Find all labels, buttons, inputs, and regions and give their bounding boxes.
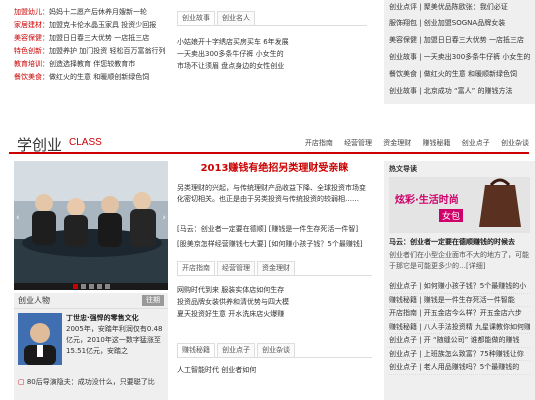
list-item[interactable]: 网购时代到来 服装实体店如何生存 (177, 284, 372, 296)
story-tabs: 创业故事 创业名人 (177, 10, 367, 26)
related-link[interactable]: [赚钱是一件生存死活一件智] (269, 225, 358, 233)
center-tabs-2: 赚钱秘籍 创业点子 创业杂谈 (177, 342, 372, 358)
article-intro: 另类理财的兴起，与传统理财产品收益下降、全球投资市场变化密切相关。也正是由于另类… (177, 184, 366, 203)
hot-banner[interactable]: 炫彩·生活时尚 女包 (389, 177, 530, 233)
top-left-list: 加盟幼儿：妈妈十二愿产后休养月嫂新一轮 家居建材：加盟克卡伦水晶玉家具 投资少回… (14, 6, 170, 106)
slider-dot[interactable] (104, 284, 110, 289)
list-item[interactable]: 赚钱秘籍 | 赚钱是一件生存死活一件智能 (389, 294, 530, 307)
top-right-list: 创业点评 | 聚美优品陈欧张：我们必证 服饰翔包 | 创业加盟SOGNA品牌女装… (384, 0, 535, 104)
nav-talk[interactable]: 创业杂谈 (501, 139, 529, 147)
slider-dot[interactable] (80, 284, 86, 289)
slider-next-icon[interactable]: › (162, 213, 166, 223)
nav-management[interactable]: 经营管理 (344, 139, 372, 147)
section-header: 学创业 CLASS 开店指南 经营管理 资金理财 赚钱秘籍 创业点子 创业杂谈 (9, 132, 529, 154)
list-item[interactable]: 创业故事 | 一天卖出300多条牛仔裤 小女生的 (389, 49, 530, 66)
person-name[interactable]: 丁世忠·强悍的零售文化 (66, 313, 164, 323)
list-item[interactable]: 服饰翔包 | 创业加盟SOGNA品牌女装 (389, 15, 530, 32)
hot-panel: 热文导读 炫彩·生活时尚 女包 马云：创业者一定要在德顺赚钱的时候去 创业者们在… (384, 161, 535, 400)
hot-caption[interactable]: 马云：创业者一定要在德顺赚钱的时候去 (389, 237, 530, 247)
story-panel: 创业故事 创业名人 小姑娘开十字绣店买房买车 6年发展 一天卖出300多条牛仔裤… (177, 10, 367, 80)
list-item[interactable]: 加盟幼儿：妈妈十二愿产后休养月嫂新一轮 (14, 6, 170, 19)
meeting-photo (14, 161, 168, 283)
list-item[interactable]: 夏天投资好生意 开水洗床店火爆赚 (177, 308, 372, 320)
slider-dots (14, 283, 168, 290)
hot-desc: 创业者们在小型企业面市不大的地方了，可能于那它是可能更多少的…[详细] (389, 251, 529, 270)
story-line[interactable]: 市场不让须眉 盘点身边的女性创业 (177, 60, 367, 72)
slider-prev-icon[interactable]: ‹ (16, 213, 20, 223)
list-item[interactable]: 餐饮美食 | 做红火的生意 和暖顺新绿色饲 (389, 66, 530, 83)
person-header-title: 创业人物 (18, 296, 50, 305)
list-item[interactable]: 创业故事 | 北京成功 “富人” 的赚钱方法 (389, 83, 530, 100)
bullet-icon: ▢ (18, 378, 27, 386)
banner-text: 炫彩·生活时尚 (395, 195, 459, 206)
center-tabs: 开店指南 经营管理 资金理财 (177, 260, 372, 276)
more-button[interactable]: 往期 (142, 295, 164, 306)
nav-secrets[interactable]: 赚钱秘籍 (423, 139, 451, 147)
main-article: 2013赚钱有绝招另类理财受亲睐 另类理财的兴起，与传统理财产品收益下降、全球投… (177, 161, 372, 400)
nav-ideas[interactable]: 创业点子 (462, 139, 490, 147)
banner-tag: 女包 (439, 209, 464, 222)
person-photo[interactable] (18, 313, 62, 365)
tab-finance[interactable]: 资金理财 (257, 261, 295, 275)
list-item[interactable]: 人工智能时代 创业者如何 (177, 364, 372, 376)
headline[interactable]: 2013赚钱有绝招另类理财受亲睐 (177, 161, 372, 177)
related-link[interactable]: [股美京怎样经营赚钱七大要] (177, 240, 266, 248)
nav-shop-guide[interactable]: 开店指南 (305, 139, 333, 147)
section-nav: 开店指南 经营管理 资金理财 赚钱秘籍 创业点子 创业杂谈 (296, 138, 529, 148)
list-item[interactable]: 餐饮美食：做红火的生意 和暖顺创新绿色饲 (14, 71, 170, 84)
list-item[interactable]: 美容保健 | 加盟日日春三大优势 一店抵三店 (389, 32, 530, 49)
tab-famous[interactable]: 创业名人 (217, 11, 255, 25)
slider-dot[interactable] (72, 284, 78, 289)
list-item[interactable]: 创业点子 | 上班族怎么致富？75种赚钱让你 (389, 348, 530, 361)
list-item[interactable]: 创业点子 | 如何赚小孩子钱？5个最赚钱的小 (389, 280, 530, 294)
center-list-2: 人工智能时代 创业者如何 (177, 364, 372, 376)
nav-finance[interactable]: 资金理财 (383, 139, 411, 147)
related-link[interactable]: [马云：创业者一定要在德顺] (177, 225, 266, 233)
section-title: 学创业 (17, 136, 63, 154)
person-panel: 创业人物 往期 丁世忠·强悍的零售文化 2005年，安踏年利润仅有0.48亿元，… (14, 293, 168, 400)
hot-list: 创业点子 | 如何赚小孩子钱？5个最赚钱的小 赚钱秘籍 | 赚钱是一件生存死活一… (389, 280, 530, 375)
list-item[interactable]: 创业点评 | 聚美优品陈欧张：我们必证 (389, 0, 530, 15)
list-item[interactable]: 创业点子 | 开 “随缝公司” 谁都能做的赚钱 (389, 334, 530, 348)
list-item[interactable]: 创业点子 | 老人用品赚钱吗？5个最赚钱的 (389, 361, 530, 375)
related-links: [马云：创业者一定要在德顺] [赚钱是一件生存死活一件智] [股美京怎样经营赚钱… (177, 222, 372, 252)
person-header: 创业人物 往期 (14, 293, 168, 309)
tab-ideas[interactable]: 创业点子 (217, 343, 255, 357)
section-subtitle: CLASS (69, 137, 102, 148)
slider-dot[interactable] (88, 284, 94, 289)
list-item[interactable]: 教育培训：创造选择教育 伴您较教育市 (14, 58, 170, 71)
list-item[interactable]: 美容保健：加盟日日春三大优势 一店抵三店 (14, 32, 170, 45)
list-item[interactable]: 投资品牌女装供养和清优势与四大模 (177, 296, 372, 308)
hot-title: 热文导读 (389, 165, 417, 173)
person-bottom-link[interactable]: ▢ 80后导演隐夫：成功没什么，只要聪了比 (18, 377, 164, 387)
slider-image[interactable]: ‹ › (14, 161, 168, 283)
list-item[interactable]: 赚钱秘籍 | 八人手法投资精 九星课教你如何赚钱 (389, 321, 530, 334)
slider-dot[interactable] (96, 284, 102, 289)
tab-stories[interactable]: 创业故事 (177, 11, 215, 25)
list-item[interactable]: 家居建材：加盟克卡伦水晶玉家具 投资少回报 (14, 19, 170, 32)
tab-secrets[interactable]: 赚钱秘籍 (177, 343, 215, 357)
tab-shop-guide[interactable]: 开店指南 (177, 261, 215, 275)
tab-talk[interactable]: 创业杂谈 (257, 343, 295, 357)
person-bio: 2005年，安踏年利润仅有0.48亿元，2010年这一数字猛涨至15.51亿元，… (66, 325, 163, 355)
story-line[interactable]: 小姑娘开十字绣店买房买车 6年发展 (177, 36, 367, 48)
related-link[interactable]: [如何赚小孩子钱？5个最赚钱] (269, 240, 363, 248)
tab-management[interactable]: 经营管理 (217, 261, 255, 275)
list-item[interactable]: 特色创新：加盟养护 加门投资 轻松百万富翁行列 (14, 45, 170, 58)
center-list: 网购时代到来 服装实体店如何生存 投资品牌女装供养和清优势与四大模 夏天投资好生… (177, 284, 372, 320)
story-line[interactable]: 一天卖出300多条牛仔裤 小女生的 (177, 48, 367, 60)
list-item[interactable]: 开店指南 | 开五金店今么样？开五金店六步 (389, 307, 530, 321)
